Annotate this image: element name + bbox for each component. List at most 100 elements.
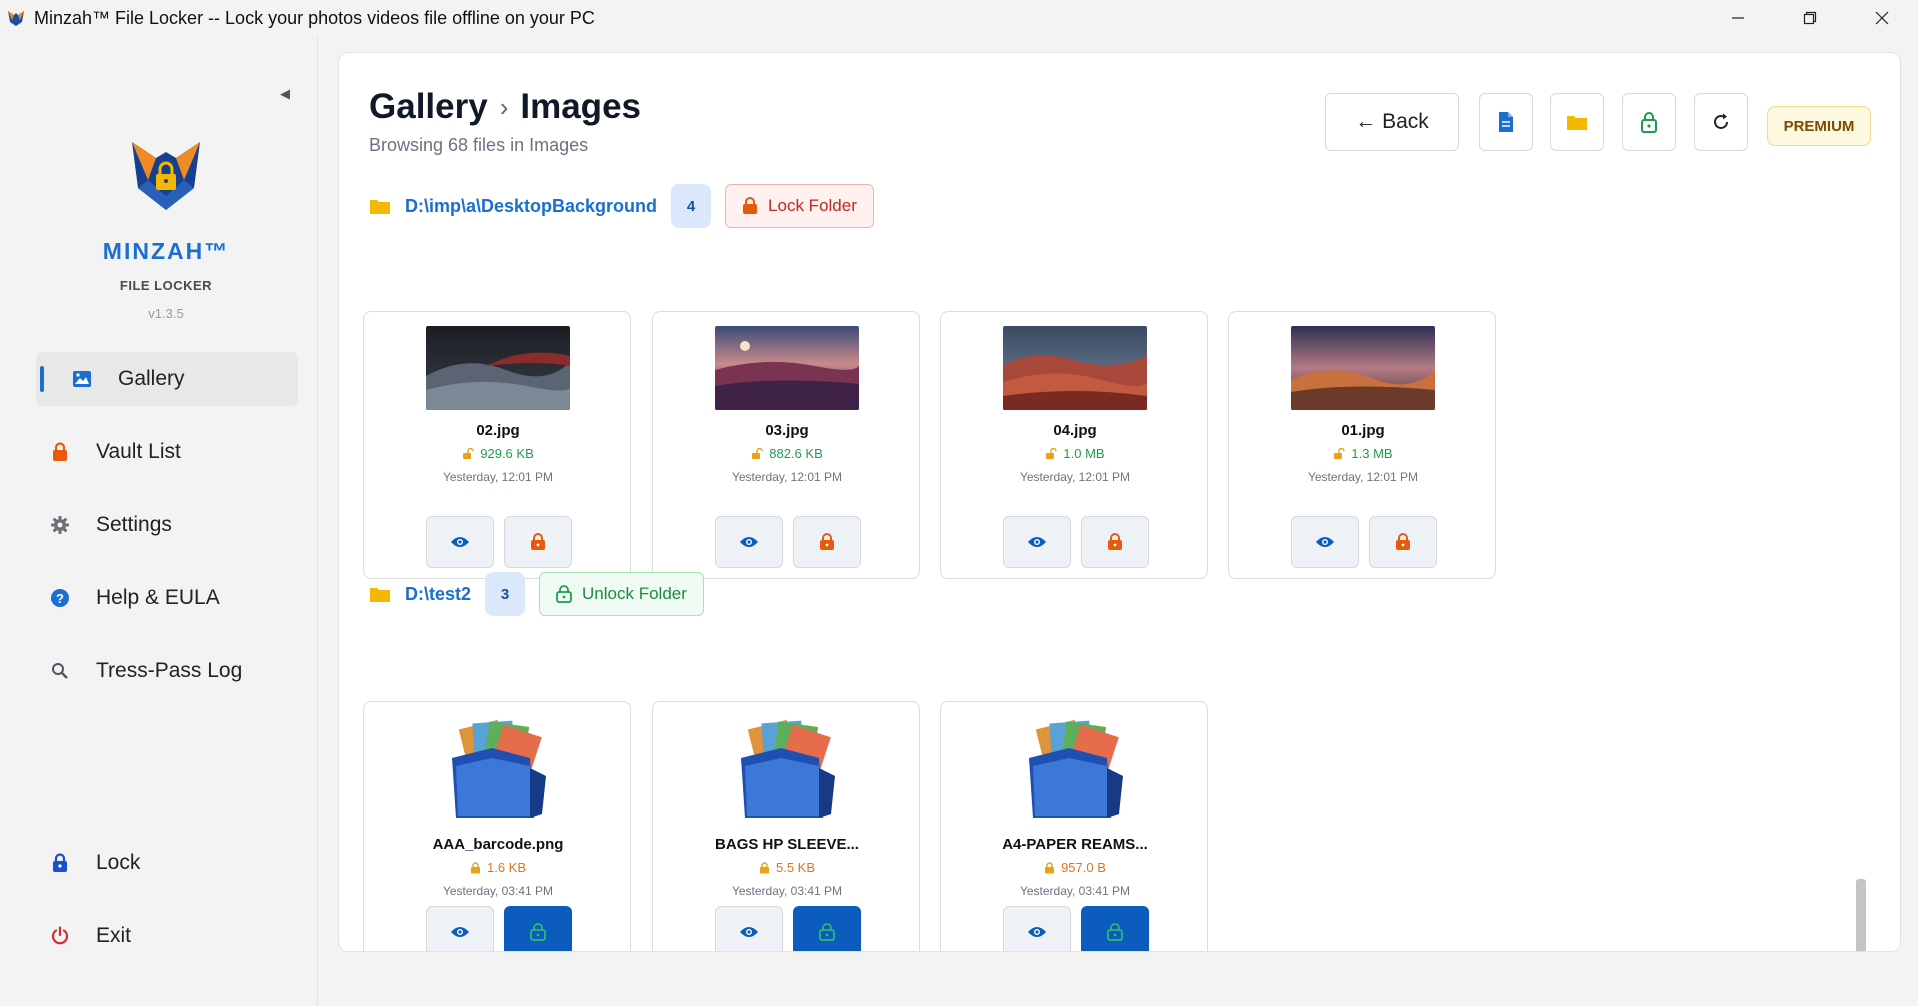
file-size: 5.5 KB: [653, 860, 921, 875]
lock-icon: [48, 851, 72, 875]
restore-button[interactable]: [1774, 0, 1846, 36]
locked-file-thumbnail[interactable]: [1011, 718, 1139, 828]
unlocked-icon: [463, 447, 474, 459]
page-subtitle: Browsing 68 files in Images: [369, 135, 589, 155]
file-card[interactable]: A4-PAPER REAMS... 957.0 B Yesterday, 03:…: [940, 701, 1208, 951]
file-size: 929.6 KB: [364, 446, 632, 461]
file-card[interactable]: BAGS HP SLEEVE... 5.5 KB Yesterday, 03:4…: [652, 701, 921, 951]
unlock-folder-button[interactable]: Unlock Folder: [539, 572, 704, 616]
folder-path[interactable]: D:\test2: [405, 584, 471, 605]
folder-icon: [1567, 116, 1587, 130]
file-size: 1.3 MB: [1229, 446, 1497, 461]
unlock-icon: [556, 585, 572, 603]
file-count-badge: 4: [671, 184, 712, 228]
main-panel: Gallery › Images Browsing 68 files in Im…: [338, 52, 1901, 952]
refresh-icon: [1714, 113, 1728, 129]
unlock-file-button[interactable]: [793, 906, 861, 951]
file-count-badge: 3: [485, 572, 526, 616]
breadcrumb-root[interactable]: Gallery: [369, 87, 488, 127]
file-card[interactable]: 04.jpg 1.0 MB Yesterday, 12:01 PM: [940, 311, 1208, 579]
sidebar-item-tresspass-log[interactable]: Tress-Pass Log: [36, 644, 298, 698]
view-button[interactable]: [1291, 516, 1359, 568]
lock-icon: [531, 533, 545, 550]
view-button[interactable]: [1003, 516, 1071, 568]
lock-icon: [1108, 533, 1122, 550]
lock-folder-button[interactable]: Lock Folder: [725, 184, 874, 228]
file-name: 03.jpg: [765, 422, 809, 439]
lock-icon: [743, 197, 758, 214]
image-thumbnail[interactable]: [715, 326, 859, 410]
file-card[interactable]: 03.jpg 882.6 KB Yesterday, 12:01 PM: [652, 311, 920, 579]
sidebar-item-help[interactable]: ? Help & EULA: [36, 571, 298, 625]
view-button[interactable]: [426, 516, 494, 568]
refresh-button[interactable]: [1694, 93, 1748, 151]
file-date: Yesterday, 03:41 PM: [731, 884, 843, 898]
lock-icon: [1396, 533, 1410, 550]
image-thumbnail[interactable]: [1291, 326, 1435, 410]
unlock-file-button[interactable]: [1081, 906, 1149, 951]
sidebar-item-gallery[interactable]: Gallery: [36, 352, 298, 406]
sidebar-item-label: Lock: [96, 851, 141, 874]
unlock-file-button[interactable]: [504, 906, 572, 951]
brand-logo-icon: [132, 142, 200, 210]
file-name: 04.jpg: [1053, 422, 1097, 439]
lock-file-button[interactable]: [793, 516, 861, 568]
lock-file-button[interactable]: [1369, 516, 1437, 568]
sidebar-item-lock[interactable]: Lock: [36, 836, 298, 890]
unlocked-icon: [1046, 447, 1058, 459]
image-thumbnail[interactable]: [426, 326, 570, 410]
file-card[interactable]: 01.jpg 1.3 MB Yesterday, 12:01 PM: [1228, 311, 1496, 579]
locked-file-thumbnail[interactable]: [723, 718, 851, 828]
vertical-scrollbar[interactable]: [1856, 879, 1866, 951]
sidebar-collapse-button[interactable]: ◀: [280, 86, 290, 102]
file-date: Yesterday, 03:41 PM: [1019, 884, 1131, 898]
locked-icon: [1045, 861, 1055, 873]
unlock-icon: [1107, 923, 1123, 941]
sidebar-item-label: Settings: [96, 513, 172, 536]
gear-icon: [48, 513, 72, 537]
lock-folder-label: Lock Folder: [768, 196, 857, 215]
app-logo-icon: [8, 11, 24, 26]
sidebar-item-vault-list[interactable]: Vault List: [36, 425, 298, 479]
locked-icon: [759, 861, 769, 873]
add-folder-button[interactable]: [1550, 93, 1604, 151]
file-date: Yesterday, 12:01 PM: [731, 470, 843, 484]
eye-icon: [451, 927, 469, 937]
eye-icon: [740, 537, 758, 547]
app-version: v1.3.5: [148, 306, 184, 321]
image-thumbnail[interactable]: [1003, 326, 1147, 410]
file-card[interactable]: AAA_barcode.png 1.6 KB Yesterday, 03:41 …: [363, 701, 632, 951]
file-name: 01.jpg: [1341, 422, 1385, 439]
locked-file-thumbnail[interactable]: [434, 718, 562, 828]
file-date: Yesterday, 12:01 PM: [442, 470, 554, 484]
sidebar-item-exit[interactable]: Exit: [36, 909, 298, 963]
search-icon: [48, 659, 72, 683]
lock-icon: [48, 440, 72, 464]
back-button[interactable]: ← Back: [1325, 93, 1459, 151]
minimize-button[interactable]: [1702, 0, 1774, 36]
lock-file-button[interactable]: [1081, 516, 1149, 568]
file-size: 1.6 KB: [364, 860, 632, 875]
folder-path[interactable]: D:\imp\a\DesktopBackground: [405, 196, 657, 217]
file-card[interactable]: 02.jpg 929.6 KB Yesterday, 12:01 PM: [363, 311, 631, 579]
sidebar-item-label: Gallery: [118, 367, 185, 390]
add-file-button[interactable]: [1479, 93, 1533, 151]
view-button[interactable]: [1003, 906, 1071, 951]
unlock-folder-label: Unlock Folder: [582, 584, 687, 603]
view-button[interactable]: [715, 516, 783, 568]
lock-file-button[interactable]: [504, 516, 572, 568]
view-button[interactable]: [715, 906, 783, 951]
power-icon: [48, 924, 72, 948]
window-title: Minzah™ File Locker -- Lock your photos …: [34, 7, 595, 28]
sidebar-item-label: Exit: [96, 924, 132, 947]
unlock-all-button[interactable]: [1622, 93, 1676, 151]
close-icon: [1875, 11, 1889, 25]
file-size: 1.0 MB: [941, 446, 1209, 461]
brand-name: MINZAH™: [102, 238, 230, 264]
view-button[interactable]: [426, 906, 494, 951]
premium-badge[interactable]: PREMIUM: [1767, 106, 1871, 146]
unlock-icon: [819, 923, 835, 941]
sidebar-item-settings[interactable]: Settings: [36, 498, 298, 552]
close-button[interactable]: [1846, 0, 1918, 36]
locked-icon: [470, 861, 480, 873]
